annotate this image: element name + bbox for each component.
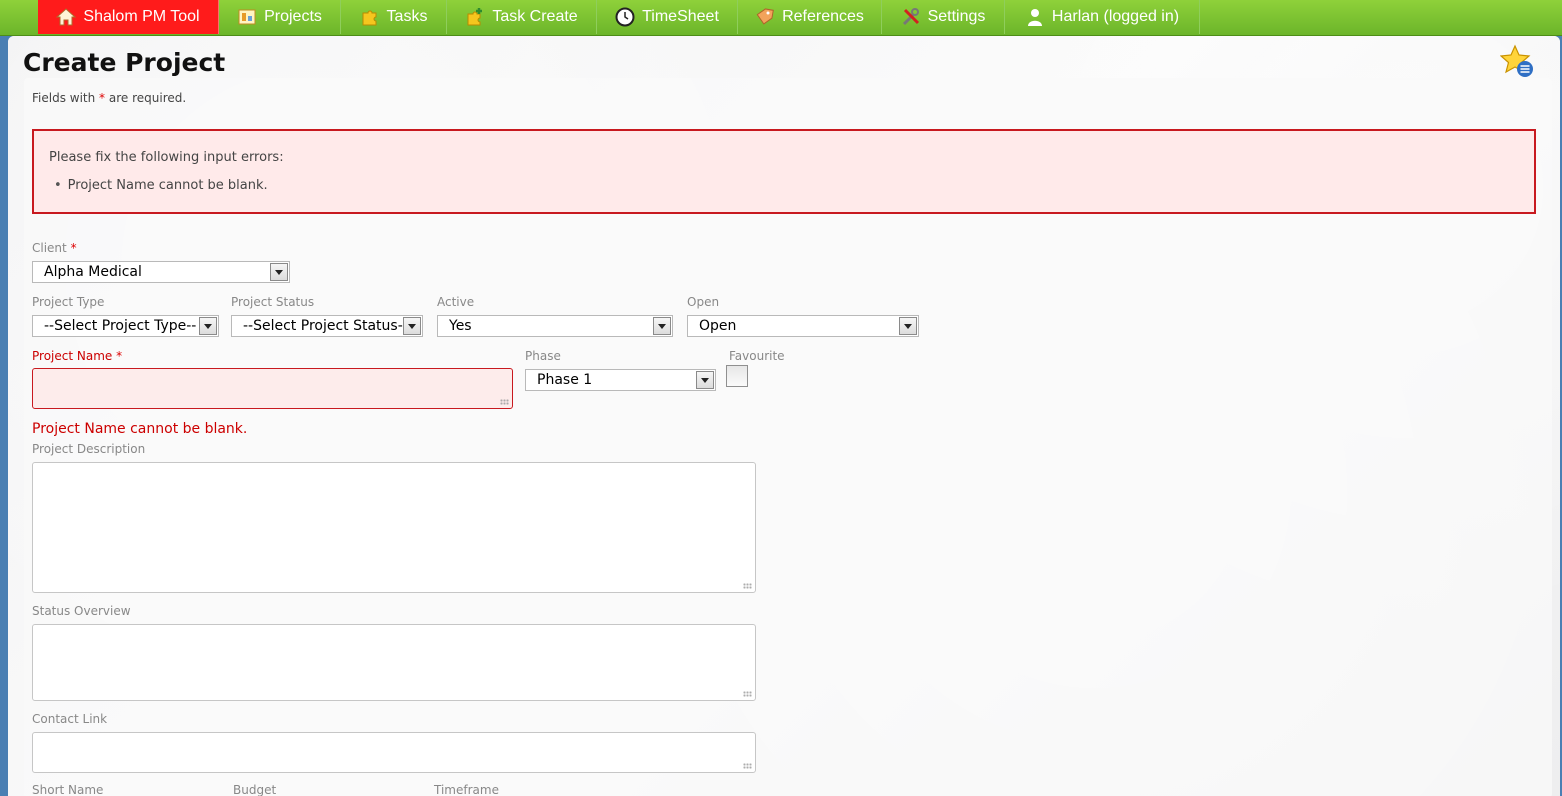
chevron-down-icon[interactable] xyxy=(403,317,421,335)
puzzle-add-icon xyxy=(465,7,485,27)
project-status-value: --Select Project Status-- xyxy=(243,318,408,334)
chevron-down-icon[interactable] xyxy=(899,317,917,335)
contact-link-label: Contact Link xyxy=(32,712,108,726)
clock-icon xyxy=(615,7,635,27)
nav-item-user[interactable]: Harlan (logged in) xyxy=(1005,0,1200,34)
project-name-field[interactable] xyxy=(32,368,513,409)
nav-item-task-create[interactable]: Task Create xyxy=(447,0,597,34)
phase-value: Phase 1 xyxy=(537,372,593,388)
budget-label: Budget xyxy=(233,783,277,796)
active-select[interactable]: Yes xyxy=(437,315,673,337)
favourite-star-icon[interactable] xyxy=(1499,44,1534,78)
nav-item-label: TimeSheet xyxy=(642,8,719,25)
phase-label: Phase xyxy=(525,349,561,363)
nav-item-label: Settings xyxy=(927,8,986,25)
project-type-value: --Select Project Type-- xyxy=(44,318,197,334)
project-status-label: Project Status xyxy=(231,295,315,309)
nav-item-references[interactable]: References xyxy=(738,0,882,34)
top-nav-bar: Shalom PM Tool Projects Tasks Task Creat… xyxy=(0,0,1562,36)
client-label-text: Client xyxy=(32,241,67,255)
status-overview-field[interactable] xyxy=(32,624,756,701)
project-type-select[interactable]: --Select Project Type-- xyxy=(32,315,219,337)
project-name-label-text: Project Name xyxy=(32,349,113,363)
project-status-select[interactable]: --Select Project Status-- xyxy=(231,315,423,337)
project-description-label: Project Description xyxy=(32,442,146,456)
nav-item-label: Task Create xyxy=(492,8,578,25)
nav-item-label: Tasks xyxy=(386,8,428,25)
required-note-text-end: are required. xyxy=(105,91,187,105)
client-select-value: Alpha Medical xyxy=(44,264,142,280)
page-title: Create Project xyxy=(23,48,226,77)
chevron-down-icon[interactable] xyxy=(199,317,217,335)
nav-item-label: References xyxy=(782,8,864,25)
home-icon xyxy=(56,7,77,27)
nav-item-home[interactable]: Shalom PM Tool xyxy=(38,0,219,34)
nav-item-label: Projects xyxy=(264,8,322,25)
nav-item-label: Harlan (logged in) xyxy=(1051,8,1180,25)
active-label: Active xyxy=(437,295,475,309)
project-type-label: Project Type xyxy=(32,295,105,309)
projects-icon xyxy=(237,7,257,27)
resize-grip-icon[interactable] xyxy=(743,688,752,697)
error-summary: Please fix the following input errors: P… xyxy=(32,129,1536,214)
chevron-down-icon[interactable] xyxy=(696,371,714,389)
chevron-down-icon[interactable] xyxy=(653,317,671,335)
open-label: Open xyxy=(687,295,720,309)
tools-icon xyxy=(901,7,921,27)
required-star: * xyxy=(116,349,123,363)
project-description-field[interactable] xyxy=(32,462,756,593)
open-value: Open xyxy=(699,318,737,334)
open-select[interactable]: Open xyxy=(687,315,919,337)
resize-grip-icon[interactable] xyxy=(743,760,752,769)
user-icon xyxy=(1025,7,1045,27)
required-note: Fields with * are required. xyxy=(32,91,186,105)
required-star: * xyxy=(70,241,77,255)
short-name-label: Short Name xyxy=(32,783,104,796)
nav-item-timesheet[interactable]: TimeSheet xyxy=(597,0,738,34)
favourite-checkbox[interactable] xyxy=(726,365,748,387)
nav-item-projects[interactable]: Projects xyxy=(219,0,341,34)
nav-item-tasks[interactable]: Tasks xyxy=(341,0,447,34)
error-summary-item: Project Name cannot be blank. xyxy=(54,178,268,193)
resize-grip-icon[interactable] xyxy=(743,580,752,589)
nav-item-settings[interactable]: Settings xyxy=(882,0,1005,34)
puzzle-icon xyxy=(360,7,380,27)
client-select[interactable]: Alpha Medical xyxy=(32,261,290,283)
required-note-text: Fields with xyxy=(32,91,100,105)
timeframe-label: Timeframe xyxy=(434,783,499,796)
contact-link-field[interactable] xyxy=(32,732,756,773)
project-name-error: Project Name cannot be blank. xyxy=(32,421,248,437)
nav-item-label: Shalom PM Tool xyxy=(83,8,200,25)
page-panel: Create Project Fields with * are require… xyxy=(8,36,1560,796)
favourite-label: Favourite xyxy=(729,349,785,363)
active-value: Yes xyxy=(449,318,472,334)
resize-grip-icon[interactable] xyxy=(500,396,509,405)
tag-icon xyxy=(755,7,775,27)
status-overview-label: Status Overview xyxy=(32,604,131,618)
project-name-label: Project Name * xyxy=(32,349,122,363)
chevron-down-icon[interactable] xyxy=(270,263,288,281)
client-label: Client * xyxy=(32,241,77,255)
phase-select[interactable]: Phase 1 xyxy=(525,369,716,391)
error-summary-title: Please fix the following input errors: xyxy=(49,150,284,165)
